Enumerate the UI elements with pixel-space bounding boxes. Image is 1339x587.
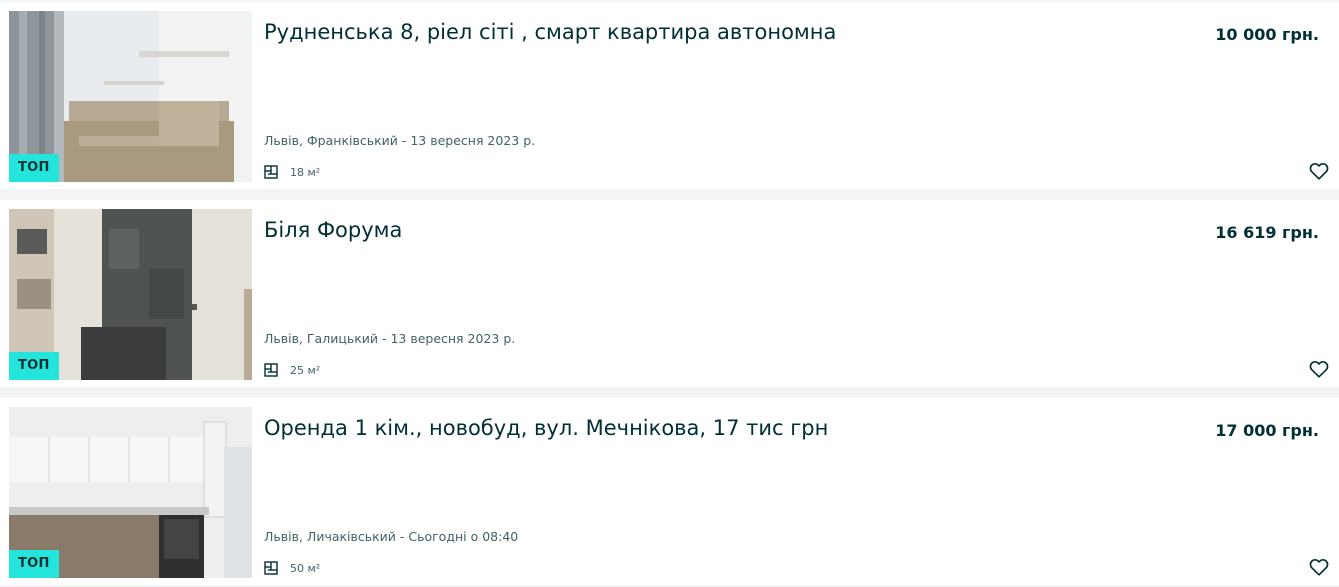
area-value: 18 м² bbox=[290, 165, 321, 179]
heart-outline-icon[interactable] bbox=[1308, 556, 1330, 578]
heart-outline-icon[interactable] bbox=[1308, 160, 1330, 182]
listing-card[interactable]: ТОП Оренда 1 кім., новобуд, вул. Мечніко… bbox=[0, 398, 1339, 585]
listing-photo[interactable]: ТОП bbox=[9, 407, 252, 578]
heart-outline-icon[interactable] bbox=[1308, 358, 1330, 380]
listing-location-date: Львів, Галицький - 13 вересня 2023 р. bbox=[264, 331, 516, 346]
listing-location-date: Львів, Личаківський - Сьогодні о 08:40 bbox=[264, 529, 519, 544]
listing-photo[interactable]: ТОП bbox=[9, 209, 252, 380]
top-badge: ТОП bbox=[9, 154, 59, 182]
listing-title[interactable]: Оренда 1 кім., новобуд, вул. Мечнікова, … bbox=[264, 416, 1164, 440]
listing-price: 10 000 грн. bbox=[1215, 25, 1319, 44]
listing-photo[interactable]: ТОП bbox=[9, 11, 252, 182]
listing-location-date: Львів, Франківський - 13 вересня 2023 р. bbox=[264, 133, 536, 148]
floor-plan-icon bbox=[264, 363, 278, 377]
top-badge: ТОП bbox=[9, 550, 59, 578]
listing-title[interactable]: Біля Форума bbox=[264, 218, 1164, 242]
listing-card[interactable]: ТОП Біля Форума 16 619 грн. Львів, Галиц… bbox=[0, 200, 1339, 387]
listing-card[interactable]: ТОП Рудненська 8, ріел сіті , смарт квар… bbox=[0, 2, 1339, 189]
listings-list: ТОП Рудненська 8, ріел сіті , смарт квар… bbox=[0, 0, 1339, 587]
listing-area: 18 м² bbox=[264, 165, 320, 179]
area-value: 50 м² bbox=[290, 561, 321, 575]
floor-plan-icon bbox=[264, 165, 278, 179]
listing-area: 50 м² bbox=[264, 561, 320, 575]
listing-title[interactable]: Рудненська 8, ріел сіті , смарт квартира… bbox=[264, 20, 1164, 44]
top-badge: ТОП bbox=[9, 352, 59, 380]
listing-price: 16 619 грн. bbox=[1215, 223, 1319, 242]
floor-plan-icon bbox=[264, 561, 278, 575]
area-value: 25 м² bbox=[290, 363, 321, 377]
listing-price: 17 000 грн. bbox=[1215, 421, 1319, 440]
listing-area: 25 м² bbox=[264, 363, 320, 377]
